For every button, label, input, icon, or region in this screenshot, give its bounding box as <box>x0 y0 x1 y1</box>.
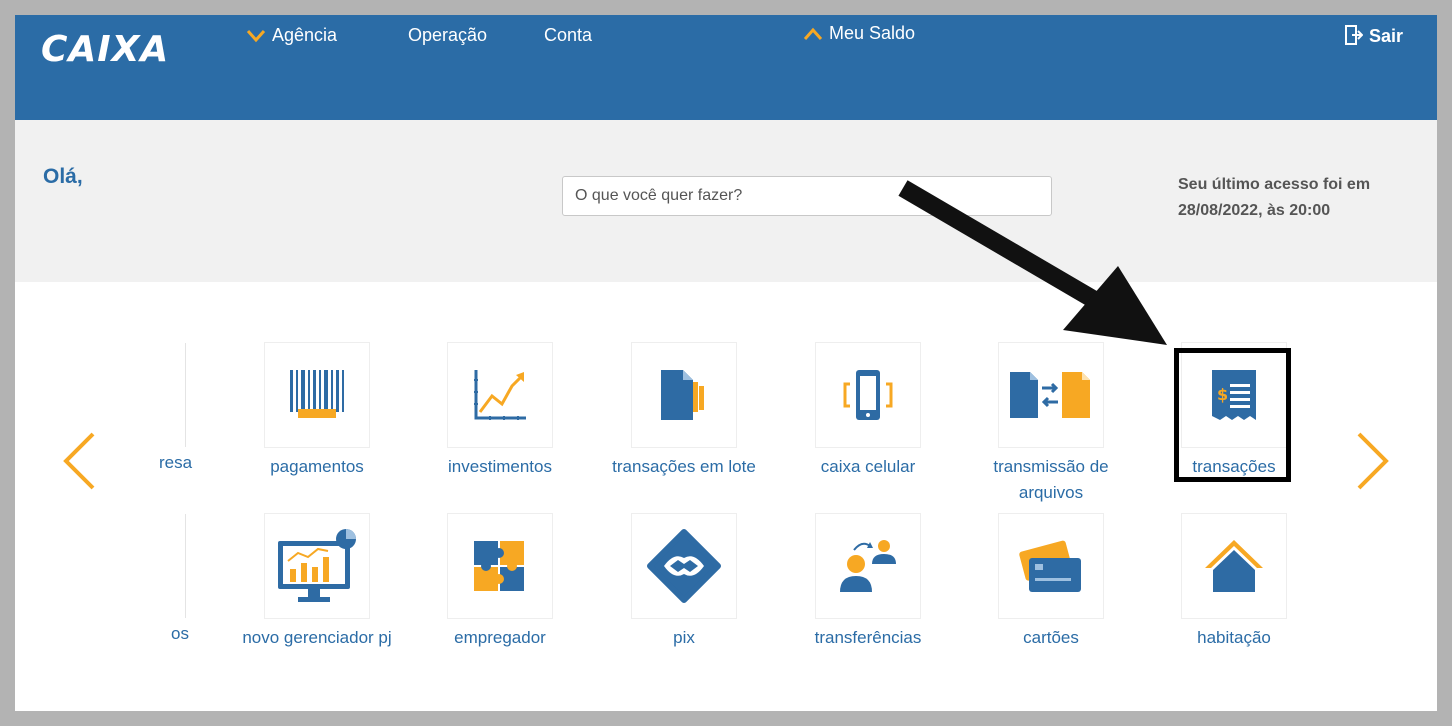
tile-label: transmissão de arquivos <box>993 457 1109 502</box>
tile-cartoes-box <box>999 514 1103 618</box>
tile-transmissao-de-arquivos-box <box>999 343 1103 447</box>
house-icon <box>1205 540 1263 592</box>
tile-transmissao-de-arquivos[interactable]: transmissão de arquivos <box>966 343 1136 506</box>
logout-button[interactable]: Sair <box>1344 25 1403 47</box>
partial-tile-row1-label: resa <box>159 453 193 472</box>
file-transfer-icon <box>1010 372 1090 418</box>
tile-habitacao-box <box>1182 514 1286 618</box>
nav-meu-saldo[interactable]: Meu Saldo <box>803 23 915 44</box>
tile-pagamentos-box <box>265 343 369 447</box>
chevron-up-icon <box>803 27 823 40</box>
carousel-next-arrow-icon[interactable] <box>1355 431 1391 491</box>
app-frame: CAIXA Agência Operação Conta Meu Saldo S… <box>15 15 1437 711</box>
tile-novo-gerenciador-pj[interactable]: novo gerenciador pj <box>232 514 402 651</box>
last-access-line2: 28/08/2022, às 20:00 <box>1178 202 1331 219</box>
welcome-panel: Olá, Seu último acesso foi em 28/08/2022… <box>15 120 1437 282</box>
tile-empregador[interactable]: empregador <box>415 514 585 651</box>
nav-operacao[interactable]: Operação <box>408 25 487 46</box>
tile-caixa-celular[interactable]: caixa celular <box>783 343 953 480</box>
tile-investimentos-box <box>448 343 552 447</box>
greeting: Olá, <box>43 165 83 188</box>
caixa-logo[interactable]: CAIXA <box>41 29 169 70</box>
last-access-line1: Seu último acesso foi em <box>1178 176 1371 193</box>
tile-label: cartões <box>1023 628 1079 647</box>
tile-label: pagamentos <box>270 457 364 476</box>
puzzle-icon <box>474 541 524 591</box>
tile-habitacao[interactable]: habitação <box>1149 514 1319 651</box>
monitor-chart-icon <box>278 529 356 602</box>
pointer-arrow-icon <box>898 180 1167 345</box>
chart-up-icon <box>474 370 526 420</box>
partial-tile-row2[interactable] <box>165 514 185 618</box>
nav-agencia[interactable]: Agência <box>246 25 337 46</box>
top-bar: CAIXA Agência Operação Conta Meu Saldo S… <box>15 15 1437 120</box>
tile-investimentos[interactable]: investimentos <box>415 343 585 480</box>
tile-pix[interactable]: pix <box>599 514 769 651</box>
tile-empregador-box <box>448 514 552 618</box>
tile-novo-gerenciador-pj-box <box>265 514 369 618</box>
tile-label: habitação <box>1197 628 1271 647</box>
partial-tile-row2-label: os <box>171 624 189 643</box>
logout-icon <box>1344 25 1364 45</box>
cards-icon <box>1019 540 1081 592</box>
tile-pix-box <box>632 514 736 618</box>
tile-transferencias-box <box>816 514 920 618</box>
tile-pagamentos[interactable]: pagamentos <box>232 343 402 480</box>
tile-label: transações em lote <box>612 457 756 476</box>
tile-cartoes[interactable]: cartões <box>966 514 1136 651</box>
logout-label: Sair <box>1368 26 1403 46</box>
nav-agencia-label: Agência <box>272 25 338 45</box>
people-transfer-icon <box>840 540 896 592</box>
highlight-box <box>1174 348 1291 482</box>
nav-conta[interactable]: Conta <box>544 25 592 46</box>
mobile-phone-icon <box>843 370 893 420</box>
pix-icon <box>647 529 721 603</box>
chevron-down-icon <box>246 30 266 43</box>
tile-transferencias[interactable]: transferências <box>783 514 953 651</box>
carousel-prev-arrow-icon[interactable] <box>61 431 97 491</box>
tile-caixa-celular-box <box>816 343 920 447</box>
tile-label: transferências <box>814 628 922 647</box>
nav-operacao-label: Operação <box>408 25 488 45</box>
tile-label: pix <box>673 628 695 647</box>
tile-label: investimentos <box>448 457 552 476</box>
tile-label: empregador <box>454 628 546 647</box>
barcode-icon <box>290 370 344 418</box>
nav-meu-saldo-label: Meu Saldo <box>829 23 916 43</box>
tile-label: caixa celular <box>820 457 916 476</box>
document-batch-icon <box>661 370 704 420</box>
tile-transacoes-em-lote-box <box>632 343 736 447</box>
nav-conta-label: Conta <box>544 25 593 45</box>
tile-label: novo gerenciador pj <box>242 628 392 647</box>
last-access-info: Seu último acesso foi em 28/08/2022, às … <box>1178 172 1418 224</box>
tile-transacoes-em-lote[interactable]: transações em lote <box>599 343 769 480</box>
partial-tile-row1[interactable] <box>165 343 185 447</box>
